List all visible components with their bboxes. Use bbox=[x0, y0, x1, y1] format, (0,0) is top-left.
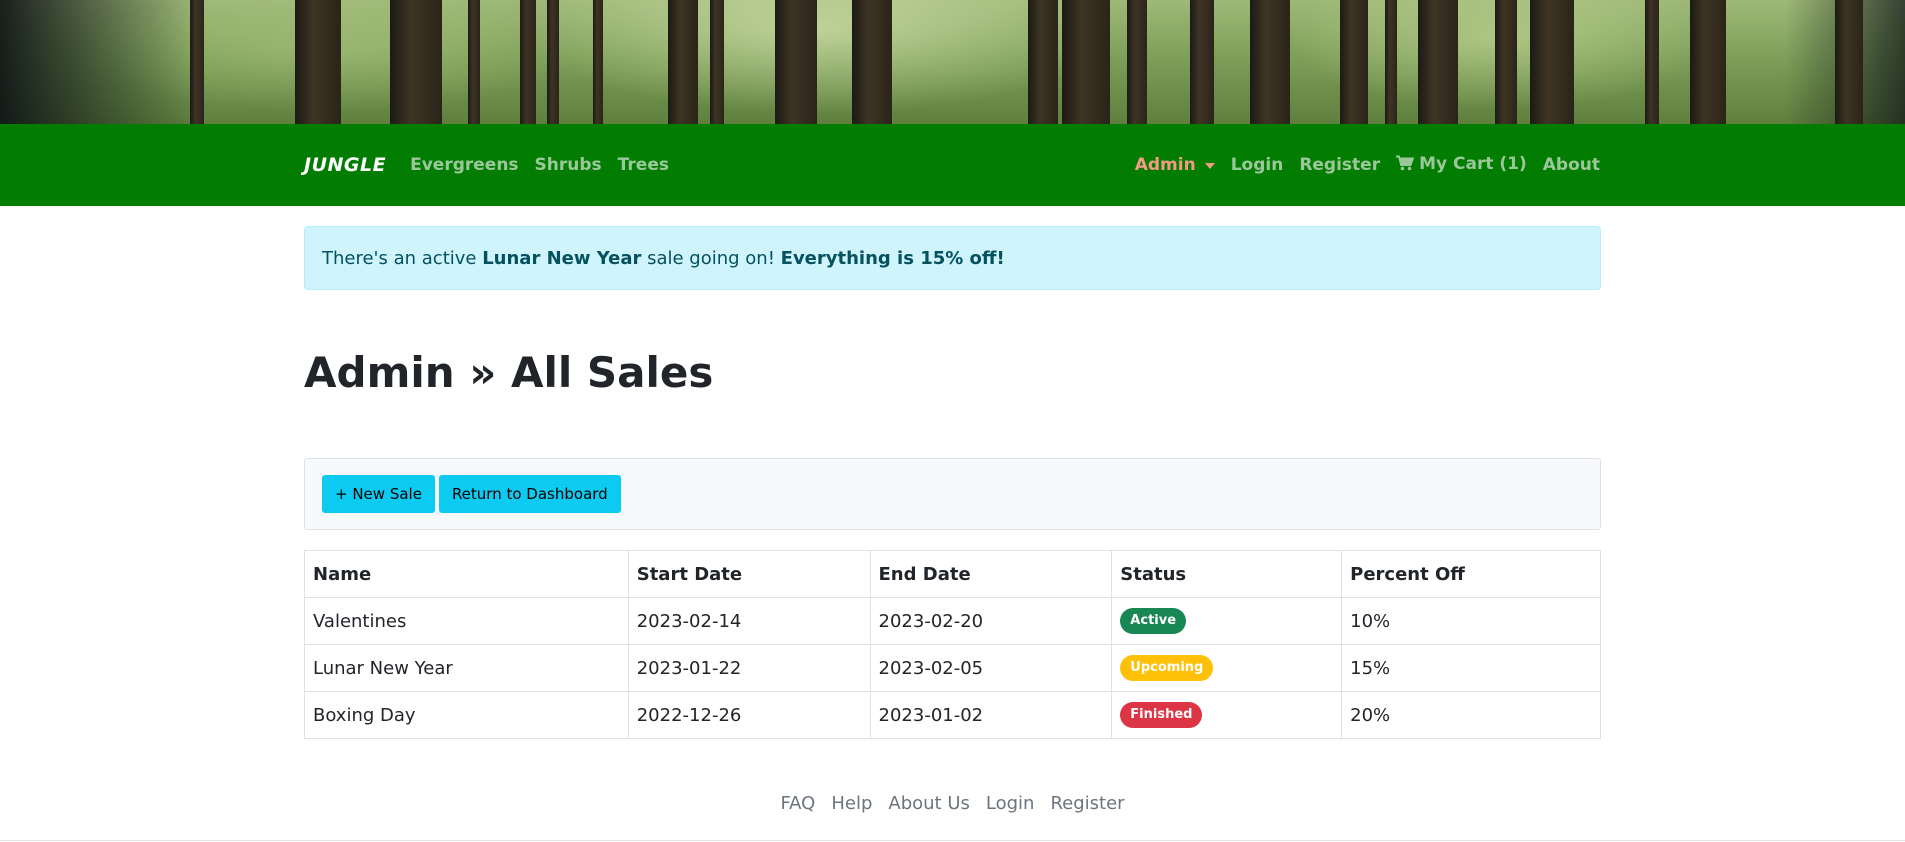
status-cell: Upcoming bbox=[1111, 644, 1343, 692]
caret-down-icon bbox=[1204, 162, 1215, 169]
nav-link-cart[interactable]: My Cart (1) bbox=[1396, 154, 1527, 176]
percent-off-cell: 20% bbox=[1341, 691, 1601, 739]
start-date-cell: 2023-02-14 bbox=[627, 597, 871, 645]
nav-link-about[interactable]: About bbox=[1543, 155, 1600, 175]
status-badge: Active bbox=[1120, 608, 1187, 634]
nav-link-shrubs[interactable]: Shrubs bbox=[535, 155, 602, 175]
return-to-dashboard-button[interactable]: Return to Dashboard bbox=[438, 475, 621, 513]
end-date-cell: 2023-02-05 bbox=[869, 644, 1113, 692]
navbar-container: JUNGLE Evergreens Shrubs Trees Admin Log… bbox=[304, 124, 1600, 206]
footer-link-register[interactable]: Register bbox=[1050, 793, 1124, 814]
percent-off-cell: 10% bbox=[1341, 597, 1601, 645]
nav-link-trees[interactable]: Trees bbox=[618, 155, 669, 175]
footer-link-login[interactable]: Login bbox=[986, 793, 1035, 814]
alert-discount: Everything is 15% off! bbox=[780, 247, 1005, 269]
status-badge: Finished bbox=[1120, 702, 1203, 728]
navbar-right: Admin Login Register My Cart (1) About bbox=[1119, 154, 1600, 176]
footer-link-help[interactable]: Help bbox=[831, 793, 872, 814]
admin-dropdown-label: Admin bbox=[1134, 155, 1196, 175]
footer-divider bbox=[0, 840, 1905, 841]
page-title: Admin » All Sales bbox=[304, 348, 714, 397]
footer-link-faq[interactable]: FAQ bbox=[780, 793, 815, 814]
footer: FAQ Help About Us Login Register bbox=[0, 788, 1905, 818]
end-date-cell: 2023-02-20 bbox=[869, 597, 1113, 645]
column-header-end-date: End Date bbox=[869, 550, 1113, 598]
status-cell: Active bbox=[1111, 597, 1343, 645]
alert-sale-name: Lunar New Year bbox=[482, 247, 642, 269]
table-row: Lunar New Year 2023-01-22 2023-02-05 Upc… bbox=[304, 644, 1601, 692]
brand-logo[interactable]: JUNGLE bbox=[304, 154, 386, 176]
table-header-row: Name Start Date End Date Status Percent … bbox=[304, 550, 1601, 598]
nav-link-evergreens[interactable]: Evergreens bbox=[410, 155, 518, 175]
column-header-name: Name bbox=[304, 550, 629, 598]
nav-link-login[interactable]: Login bbox=[1231, 155, 1284, 175]
start-date-cell: 2022-12-26 bbox=[627, 691, 871, 739]
alert-prefix: There's an active bbox=[322, 247, 483, 269]
navbar: JUNGLE Evergreens Shrubs Trees Admin Log… bbox=[0, 124, 1905, 206]
start-date-cell: 2023-01-22 bbox=[627, 644, 871, 692]
shopping-cart-icon bbox=[1396, 155, 1415, 176]
sales-toolbar: + New Sale Return to Dashboard bbox=[304, 458, 1601, 530]
sale-name-cell: Lunar New Year bbox=[304, 644, 629, 692]
column-header-status: Status bbox=[1111, 550, 1343, 598]
sale-alert: There's an active Lunar New Year sale go… bbox=[304, 226, 1601, 290]
status-cell: Finished bbox=[1111, 691, 1343, 739]
sales-table: Name Start Date End Date Status Percent … bbox=[304, 550, 1601, 739]
column-header-percent-off: Percent Off bbox=[1341, 550, 1601, 598]
status-badge: Upcoming bbox=[1120, 655, 1214, 681]
nav-link-register[interactable]: Register bbox=[1299, 155, 1380, 175]
table-row: Boxing Day 2022-12-26 2023-01-02 Finishe… bbox=[304, 691, 1601, 739]
alert-middle: sale going on! bbox=[641, 247, 781, 269]
end-date-cell: 2023-01-02 bbox=[869, 691, 1113, 739]
new-sale-button[interactable]: + New Sale bbox=[322, 475, 435, 513]
hero-banner bbox=[0, 0, 1905, 124]
cart-label: My Cart (1) bbox=[1419, 154, 1527, 174]
sale-name-cell: Boxing Day bbox=[304, 691, 629, 739]
admin-dropdown[interactable]: Admin bbox=[1135, 155, 1215, 175]
table-row: Valentines 2023-02-14 2023-02-20 Active … bbox=[304, 597, 1601, 645]
sale-name-cell: Valentines bbox=[304, 597, 629, 645]
column-header-start-date: Start Date bbox=[627, 550, 871, 598]
footer-link-about-us[interactable]: About Us bbox=[888, 793, 970, 814]
percent-off-cell: 15% bbox=[1341, 644, 1601, 692]
